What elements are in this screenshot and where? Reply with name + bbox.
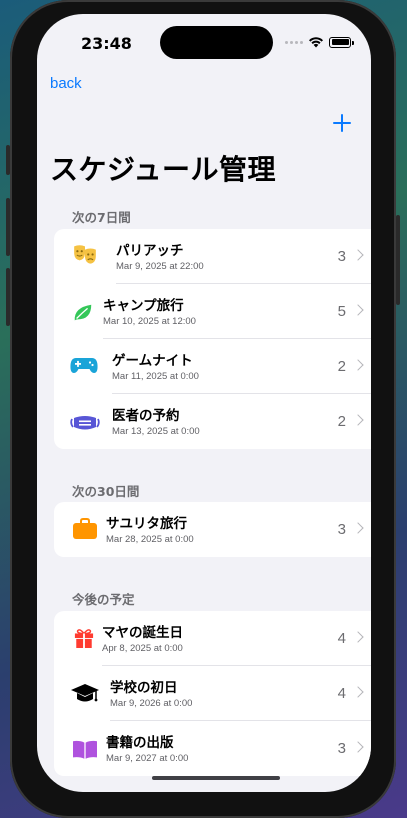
wifi-icon (309, 37, 323, 48)
power-button (396, 215, 400, 305)
item-date: Apr 8, 2025 at 0:00 (102, 643, 183, 654)
volume-up-button (6, 198, 10, 256)
status-time: 23:48 (81, 34, 132, 53)
volume-down-button (6, 268, 10, 326)
back-button[interactable]: back (50, 75, 82, 92)
list-item[interactable]: マヤの誕生日 Apr 8, 2025 at 0:00 4 (54, 611, 371, 666)
section-card-next-30-days: サユリタ旅行 Mar 28, 2025 at 0:00 3 (54, 502, 371, 557)
list-item[interactable]: 書籍の出版 Mar 9, 2027 at 0:00 3 (54, 721, 371, 776)
add-button[interactable] (333, 114, 351, 132)
section-card-next-7-days: パリアッチ Mar 9, 2025 at 22:00 3 キャンプ旅行 Mar … (54, 229, 371, 449)
gift-icon (74, 629, 94, 648)
item-count: 2 (337, 413, 346, 430)
list-item[interactable]: 学校の初日 Mar 9, 2026 at 0:00 4 (54, 666, 371, 721)
status-icons (285, 36, 354, 48)
list-item[interactable]: キャンプ旅行 Mar 10, 2025 at 12:00 5 (54, 284, 371, 339)
screen: 23:48 back スケジュール管理 次の7日間 パリアッチ Mar 9, 2… (37, 14, 371, 792)
item-count: 5 (337, 303, 346, 320)
chevron-right-icon (352, 631, 364, 643)
page-title: スケジュール管理 (50, 153, 277, 186)
item-count: 3 (337, 521, 346, 538)
chevron-right-icon (352, 249, 364, 261)
chevron-right-icon (352, 686, 364, 698)
item-date: Mar 10, 2025 at 12:00 (103, 316, 196, 327)
leaf-icon (74, 304, 92, 321)
item-count: 4 (337, 685, 346, 702)
item-count: 3 (337, 740, 346, 757)
dynamic-island (160, 26, 273, 59)
item-name: 書籍の出版 (106, 735, 174, 751)
home-indicator[interactable] (152, 776, 280, 780)
gamecontroller-icon (70, 358, 98, 373)
item-name: パリアッチ (116, 243, 184, 259)
chevron-right-icon (352, 304, 364, 316)
list-item[interactable]: ゲームナイト Mar 11, 2025 at 0:00 2 (54, 339, 371, 394)
item-name: 学校の初日 (110, 680, 178, 696)
theater-masks-icon (74, 245, 96, 264)
item-date: Mar 11, 2025 at 0:00 (112, 371, 199, 382)
item-count: 4 (337, 630, 346, 647)
chevron-right-icon (352, 414, 364, 426)
section-header-next-30-days: 次の30日間 (72, 484, 140, 499)
list-item[interactable]: パリアッチ Mar 9, 2025 at 22:00 3 (54, 229, 371, 284)
section-header-next-7-days: 次の7日間 (72, 210, 131, 225)
graduationcap-icon (71, 684, 99, 702)
mute-switch (6, 145, 10, 175)
item-date: Mar 13, 2025 at 0:00 (112, 426, 200, 437)
section-header-upcoming: 今後の予定 (72, 592, 135, 607)
section-card-upcoming: マヤの誕生日 Apr 8, 2025 at 0:00 4 学校の初日 Mar 9… (54, 611, 371, 776)
item-name: ゲームナイト (112, 353, 193, 369)
list-item[interactable]: 医者の予約 Mar 13, 2025 at 0:00 2 (54, 394, 371, 449)
item-count: 2 (337, 358, 346, 375)
chevron-right-icon (352, 359, 364, 371)
chevron-right-icon (352, 741, 364, 753)
item-name: キャンプ旅行 (103, 298, 184, 314)
item-date: Mar 9, 2026 at 0:00 (110, 698, 193, 709)
item-date: Mar 28, 2025 at 0:00 (106, 534, 194, 545)
suitcase-icon (73, 518, 97, 539)
battery-icon (329, 36, 354, 48)
item-name: サユリタ旅行 (106, 516, 187, 532)
cellular-signal-icon (285, 40, 303, 44)
list-item[interactable]: サユリタ旅行 Mar 28, 2025 at 0:00 3 (54, 502, 371, 557)
facemask-icon (70, 416, 100, 430)
item-name: マヤの誕生日 (102, 625, 183, 641)
item-count: 3 (337, 248, 346, 265)
item-name: 医者の予約 (112, 408, 180, 424)
item-date: Mar 9, 2025 at 22:00 (116, 261, 204, 272)
item-date: Mar 9, 2027 at 0:00 (106, 753, 189, 764)
chevron-right-icon (352, 522, 364, 534)
phone-frame: 23:48 back スケジュール管理 次の7日間 パリアッチ Mar 9, 2… (6, 0, 400, 818)
book-icon (73, 740, 97, 759)
